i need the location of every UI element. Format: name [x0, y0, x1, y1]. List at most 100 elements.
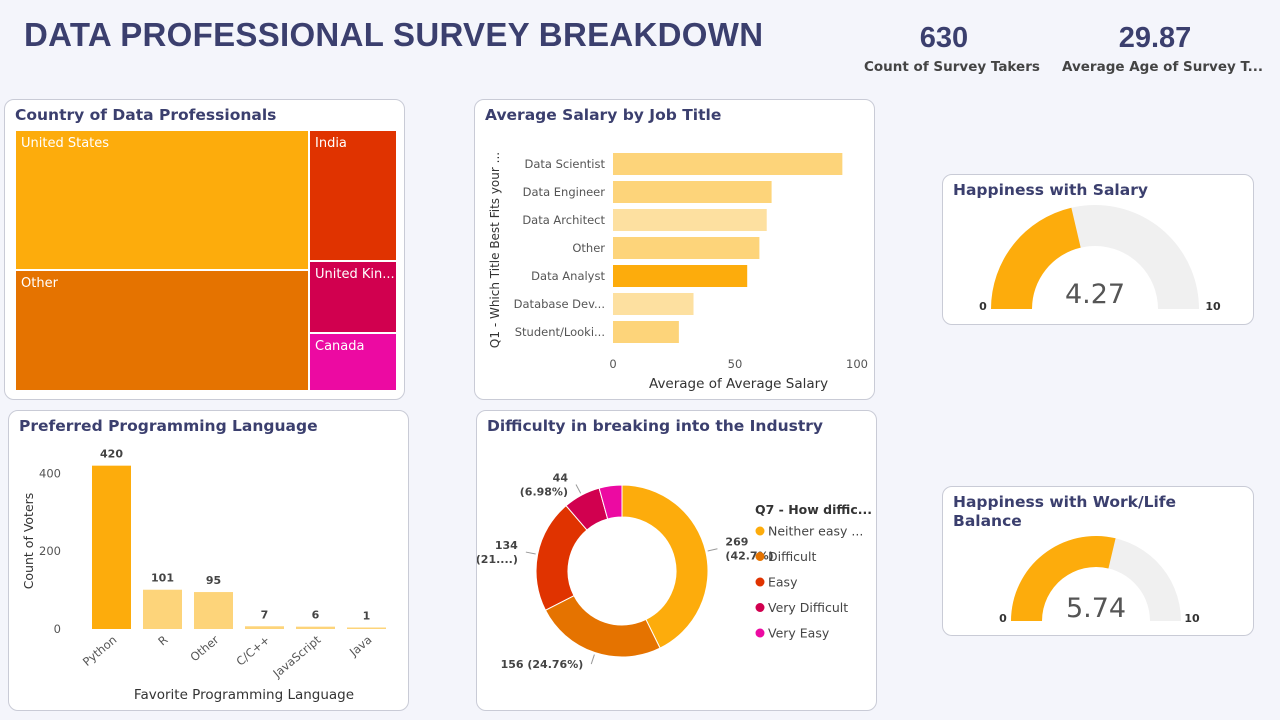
treemap-cell-united-kingdom[interactable]: United Kin... — [309, 261, 397, 333]
country-treemap-card[interactable]: Country of Data Professionals United Sta… — [4, 99, 405, 400]
happiness-salary-gauge: 4.27 0 10 — [979, 205, 1221, 313]
data-label: (6.98%) — [520, 485, 568, 498]
x-axis-label: Average of Average Salary — [649, 376, 828, 392]
bar — [613, 321, 679, 343]
bar — [613, 293, 694, 315]
data-label: (21....) — [476, 553, 518, 566]
legend-marker — [755, 526, 765, 536]
kpi-label: Count of Survey Takers — [864, 59, 1040, 75]
data-label: 6 — [312, 609, 320, 622]
salary-bar-chart: Data Scientist Data Engineer Data Architec… — [488, 152, 868, 392]
difficulty-donut-chart: 269(42.7%) 156 (24.76%) 134(21....) 44(6.98… — [476, 471, 872, 671]
data-label: 101 — [151, 572, 174, 585]
kpi-count-survey-takers[interactable]: 630 Count of Survey Takers — [864, 22, 1040, 75]
legend-marker — [755, 603, 765, 612]
legend-marker — [755, 628, 765, 638]
y-tick-label: Data Engineer — [523, 185, 606, 199]
treemap-cell-india[interactable]: India — [309, 130, 397, 261]
bar — [613, 153, 843, 175]
gauge-min-label: 0 — [979, 300, 987, 313]
legend-label: Very Difficult — [768, 600, 848, 615]
data-label: 1 — [363, 610, 371, 623]
y-tick-label: 0 — [54, 622, 61, 636]
x-tick-label: JavaScript — [269, 632, 323, 681]
language-bar-chart-card[interactable]: Preferred Programming Language 0 200 400 42… — [8, 410, 409, 711]
treemap-label: United States — [21, 136, 110, 151]
bar — [613, 209, 767, 231]
y-axis-label: Q1 - Which Title Best Fits your ... — [488, 152, 502, 348]
gauge-value: 5.74 — [1066, 593, 1126, 624]
leader-line — [575, 484, 582, 494]
data-label: 156 (24.76%) — [501, 658, 584, 671]
treemap-label: Canada — [315, 339, 365, 354]
data-label: 7 — [261, 608, 269, 621]
happiness-salary-gauge-card[interactable]: Happiness with Salary 4.27 0 10 — [942, 174, 1254, 325]
x-tick-label: C/C++ — [233, 633, 272, 669]
gauge-value: 4.27 — [1065, 279, 1125, 310]
kpi-average-age[interactable]: 29.87 Average Age of Survey T... — [1062, 22, 1264, 75]
y-tick-label: Student/Looki... — [515, 325, 605, 339]
gauge-max-label: 10 — [1184, 612, 1200, 625]
treemap-cell-canada[interactable]: Canada — [309, 333, 397, 391]
leader-line — [590, 654, 595, 665]
gauge-min-label: 0 — [999, 612, 1007, 625]
kpi-value: 630 — [919, 22, 969, 54]
bar — [347, 627, 386, 629]
y-tick-label: Database Dev... — [514, 297, 605, 311]
legend-label: Very Easy — [768, 626, 830, 641]
x-axis-label: Favorite Programming Language — [134, 687, 354, 703]
chart-title: Country of Data Professionals — [15, 106, 277, 124]
treemap-label: India — [315, 136, 347, 151]
donut-slice — [544, 594, 661, 658]
gauge-max-label: 10 — [1205, 300, 1221, 313]
treemap-cell-united-states[interactable]: United States — [15, 130, 309, 270]
x-tick-label: 0 — [609, 357, 616, 371]
bar — [613, 181, 772, 203]
bar — [613, 237, 760, 259]
y-tick-label: 400 — [39, 466, 61, 480]
kpi-label: Average Age of Survey T... — [1062, 59, 1264, 75]
bar — [92, 465, 131, 629]
legend-title: Q7 - How diffic... — [755, 502, 872, 517]
legend-label: Neither easy ... — [768, 524, 863, 539]
y-tick-label: Data Scientist — [525, 157, 606, 171]
bar — [296, 626, 335, 629]
page-title: DATA PROFESSIONAL SURVEY BREAKDOWN — [24, 16, 764, 53]
data-label: 269 — [725, 536, 748, 549]
bar — [245, 626, 284, 629]
happiness-worklife-gauge-card[interactable]: Happiness with Work/Life Balance 5.74 0 10 — [942, 486, 1254, 636]
x-tick-label: 100 — [846, 357, 868, 371]
data-label: 95 — [206, 574, 221, 587]
leader-line — [525, 551, 536, 555]
data-label: 134 — [495, 539, 518, 552]
difficulty-donut-card[interactable]: Difficulty in breaking into the Industry… — [476, 410, 877, 711]
y-tick-label: 200 — [39, 544, 61, 558]
x-tick-label: Other — [187, 632, 221, 664]
happiness-worklife-gauge: 5.74 0 10 — [999, 536, 1200, 625]
data-label: 44 — [553, 471, 569, 484]
bar — [194, 592, 233, 629]
treemap-label: Other — [21, 276, 58, 291]
x-tick-label: Python — [80, 633, 120, 669]
data-label: (42.7%) — [725, 550, 773, 563]
language-bar-chart: 0 200 400 420 Python 101 R 95 Other 7 C/C++ 6 JavaSc… — [21, 448, 386, 703]
salary-bar-chart-card[interactable]: Average Salary by Job Title Data Scienti… — [474, 99, 875, 400]
treemap-label: United Kin... — [315, 267, 395, 282]
legend-marker — [755, 552, 765, 561]
bar — [613, 265, 748, 287]
y-tick-label: Other — [572, 241, 605, 255]
legend-marker — [755, 577, 765, 587]
data-label: 420 — [100, 448, 123, 461]
x-tick-label: R — [155, 633, 170, 649]
treemap-cell-other[interactable]: Other — [15, 270, 309, 391]
kpi-value: 29.87 — [1118, 22, 1192, 54]
y-axis-label: Count of Voters — [21, 493, 36, 590]
bar — [143, 589, 182, 629]
legend-label: Easy — [768, 575, 798, 590]
y-tick-label: Data Architect — [522, 213, 605, 227]
x-tick-label: 50 — [728, 357, 743, 371]
x-tick-label: Java — [346, 633, 374, 660]
leader-line — [707, 548, 718, 552]
y-tick-label: Data Analyst — [531, 269, 605, 283]
legend-label: Difficult — [768, 549, 816, 564]
